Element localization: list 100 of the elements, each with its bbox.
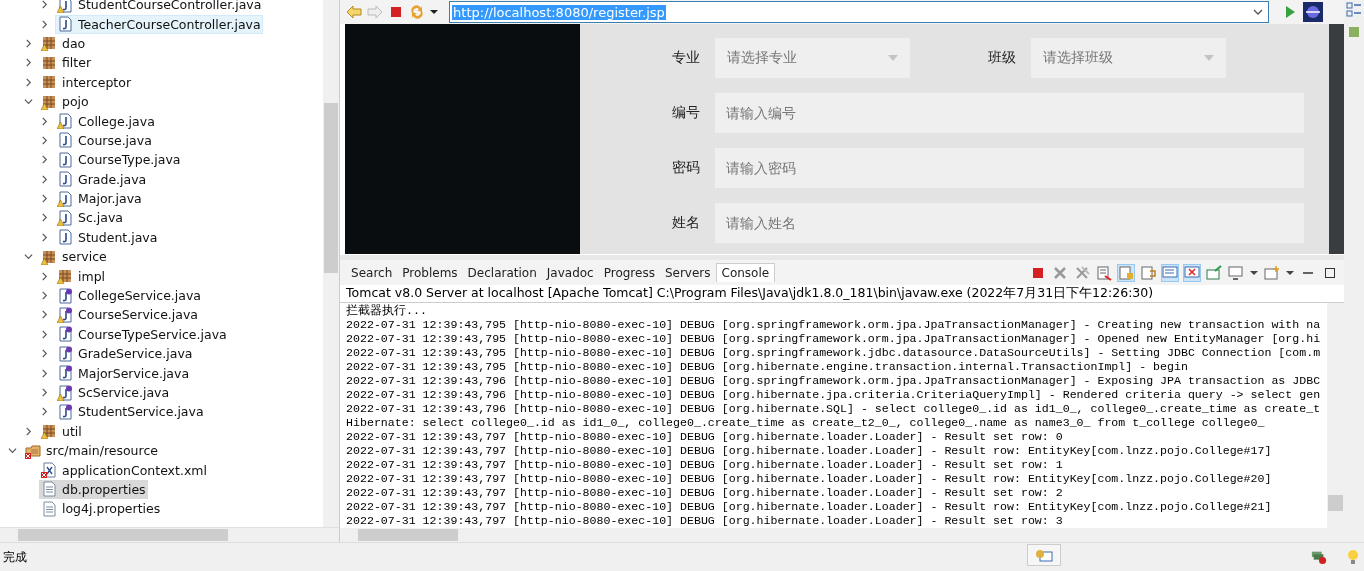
dropdown-icon[interactable] xyxy=(1250,268,1259,277)
view-tab[interactable]: Javadoc xyxy=(541,263,599,282)
field-label: 班级 xyxy=(988,49,1018,67)
log-line: Hibernate: select college0_.id as id1_0_, college0_.create_time as create_t2_0_, college0_.name as name3_0_ from t_college college0_ xyxy=(346,416,1266,430)
clear-console-icon[interactable] xyxy=(1096,264,1113,281)
tree-item[interactable]: Major.java xyxy=(55,189,144,209)
chevron-icon[interactable] xyxy=(40,155,49,165)
view-tab[interactable]: Declaration xyxy=(462,263,542,282)
chevron-icon[interactable] xyxy=(40,194,49,204)
tree-item[interactable]: College.java xyxy=(55,111,157,131)
log-line: 2022-07-31 12:39:43,796 [http-nio-8080-exec-10] DEBUG [org.hibernate.SQL] - select college0_.id as id1_0_, college0_.create_time as create_t xyxy=(346,402,1322,416)
chevron-icon[interactable] xyxy=(40,174,49,184)
log-line: 2022-07-31 12:39:43,795 [http-nio-8080-exec-10] DEBUG [org.springframework.jdbc.datasource.DataSourceUtils] - Setting JDBC Connection [com.m xyxy=(346,346,1322,360)
chevron-icon[interactable] xyxy=(40,213,49,223)
select-field[interactable]: 请选择班级 xyxy=(1031,38,1227,78)
field-label: 姓名 xyxy=(672,214,702,232)
log-line: 2022-07-31 12:39:43,795 [http-nio-8080-exec-10] DEBUG [org.hibernate.engine.transaction.internal.TransactionImpl] - begin xyxy=(346,360,1189,374)
tree-item[interactable]: db.properties xyxy=(39,479,148,499)
tree-item[interactable]: applicationContext.xml xyxy=(39,460,209,480)
tree-item[interactable]: CourseService.java xyxy=(55,305,200,325)
dropdown-icon[interactable] xyxy=(430,8,439,16)
remove-all-icon[interactable] xyxy=(1074,264,1091,281)
tree-item[interactable]: ScService.java xyxy=(55,383,172,402)
tree-item[interactable]: interceptor xyxy=(39,72,134,92)
chevron-icon[interactable] xyxy=(24,58,33,68)
chevron-icon[interactable] xyxy=(24,252,33,262)
tree-item[interactable]: filter xyxy=(39,53,94,73)
log-line: 2022-07-31 12:39:43,797 [http-nio-8080-exec-10] DEBUG [org.hibernate.loader.Loader] - Result set row: 0 xyxy=(346,430,1064,444)
tree-item[interactable]: CourseType.java xyxy=(55,150,183,170)
tree-item[interactable]: util xyxy=(39,421,84,441)
tree-item[interactable]: impl xyxy=(55,266,108,286)
chevron-icon[interactable] xyxy=(40,388,49,397)
lightbulb-icon[interactable] xyxy=(1345,549,1361,565)
tree-item[interactable]: dao xyxy=(39,33,88,53)
network-error-icon[interactable] xyxy=(1311,549,1327,565)
tree-item[interactable]: Grade.java xyxy=(55,169,149,189)
chevron-icon[interactable] xyxy=(40,19,49,29)
chevron-icon[interactable] xyxy=(40,329,49,339)
field-label: 密码 xyxy=(672,159,702,177)
scrollbar[interactable] xyxy=(340,528,1345,543)
log-line: 2022-07-31 12:39:43,797 [http-nio-8080-exec-10] DEBUG [org.hibernate.loader.Loader] - Result row: EntityKey[com.lnzz.pojo.College#21] xyxy=(346,500,1273,514)
tree-item[interactable]: CollegeService.java xyxy=(55,286,203,306)
pin-icon[interactable] xyxy=(1206,264,1223,281)
chevron-icon[interactable] xyxy=(24,38,33,48)
log-line: 2022-07-31 12:39:43,797 [http-nio-8080-exec-10] DEBUG [org.hibernate.loader.Loader] - Result row: EntityKey[com.lnzz.pojo.College#20] xyxy=(346,472,1273,486)
chevron-icon[interactable] xyxy=(40,0,49,10)
chevron-icon[interactable] xyxy=(24,97,33,107)
chevron-icon[interactable] xyxy=(40,232,49,242)
input-field[interactable]: 请输入姓名 xyxy=(715,203,1305,243)
tree-item[interactable]: Sc.java xyxy=(55,208,125,228)
log-line: 2022-07-31 12:39:43,797 [http-nio-8080-exec-10] DEBUG [org.hibernate.loader.Loader] - Result set row: 1 xyxy=(346,458,1064,472)
chevron-icon[interactable] xyxy=(40,271,49,281)
chevron-icon[interactable] xyxy=(40,368,49,378)
chevron-icon[interactable] xyxy=(24,426,33,436)
outline-icon[interactable] xyxy=(1346,2,1363,18)
view-tab[interactable]: Console xyxy=(715,263,776,282)
chevron-icon[interactable] xyxy=(40,310,49,320)
globe-icon[interactable] xyxy=(1303,2,1324,22)
scrollbar[interactable] xyxy=(0,527,340,543)
tree-item[interactable]: Course.java xyxy=(55,130,154,150)
tree-item[interactable]: log4j.properties xyxy=(39,499,163,519)
dropdown-icon[interactable] xyxy=(1253,7,1264,17)
input-field[interactable]: 请输入密码 xyxy=(715,148,1305,188)
show-error-icon[interactable] xyxy=(1184,264,1201,281)
dropdown-icon[interactable] xyxy=(1286,268,1295,277)
display-console-icon[interactable] xyxy=(1228,264,1245,281)
chevron-icon[interactable] xyxy=(40,135,49,145)
input-field[interactable]: 请输入编号 xyxy=(715,93,1305,133)
tree-item[interactable]: Student.java xyxy=(55,227,160,247)
tree-item[interactable]: TeacherCourseController.java xyxy=(55,14,263,34)
word-wrap-icon[interactable] xyxy=(1140,264,1157,281)
tree-item[interactable]: src/main/resource xyxy=(23,441,160,461)
scrollbar[interactable] xyxy=(323,0,340,528)
view-tab[interactable]: Problems xyxy=(397,263,463,282)
back-icon[interactable] xyxy=(346,4,363,20)
tree-item[interactable]: MajorService.java xyxy=(55,363,192,383)
tree-item[interactable]: StudentCourseController.java xyxy=(55,0,264,15)
select-field[interactable]: 请选择专业 xyxy=(715,38,911,78)
tree-item[interactable]: service xyxy=(39,247,109,267)
log-line: 2022-07-31 12:39:43,795 [http-nio-8080-exec-10] DEBUG [org.springframework.orm.jpa.JpaTransactionManager] - Opened new EntityManager [org.hi xyxy=(346,332,1322,346)
remove-icon[interactable] xyxy=(1052,264,1069,281)
log-line: 拦截器执行... xyxy=(346,304,428,318)
chevron-icon[interactable] xyxy=(40,349,49,359)
chevron-icon[interactable] xyxy=(8,446,17,456)
chevron-icon[interactable] xyxy=(24,77,33,87)
log-line: 2022-07-31 12:39:43,795 [http-nio-8080-exec-10] DEBUG [org.springframework.orm.jpa.JpaTransactionManager] - Creating new transaction with na xyxy=(346,318,1322,332)
tree-item[interactable]: StudentService.java xyxy=(55,402,206,422)
log-line: 2022-07-31 12:39:43,796 [http-nio-8080-exec-10] DEBUG [org.hibernate.jpa.criteria.CriteriaQueryImpl] - Rendered criteria query -> select gen xyxy=(346,388,1322,402)
chevron-icon[interactable] xyxy=(40,407,49,417)
console-title: Tomcat v8.0 Server at localhost [Apache Tomcat] C:\Program Files\Java\jdk1.8.0_181\bin\javaw.exe (2022年7月31日下午12:26:30) xyxy=(340,285,1345,303)
chevron-icon[interactable] xyxy=(40,291,49,301)
chevron-icon[interactable] xyxy=(40,116,49,126)
tree-item[interactable]: CourseTypeService.java xyxy=(55,324,229,344)
tree-item[interactable]: pojo xyxy=(39,92,91,112)
view-tab[interactable]: Search xyxy=(346,263,398,282)
view-tab[interactable]: Servers xyxy=(659,263,716,282)
tree-item[interactable]: GradeService.java xyxy=(55,344,195,364)
field-label: 编号 xyxy=(672,104,702,122)
view-tab[interactable]: Progress xyxy=(598,263,660,282)
dropdown-icon xyxy=(888,55,899,61)
